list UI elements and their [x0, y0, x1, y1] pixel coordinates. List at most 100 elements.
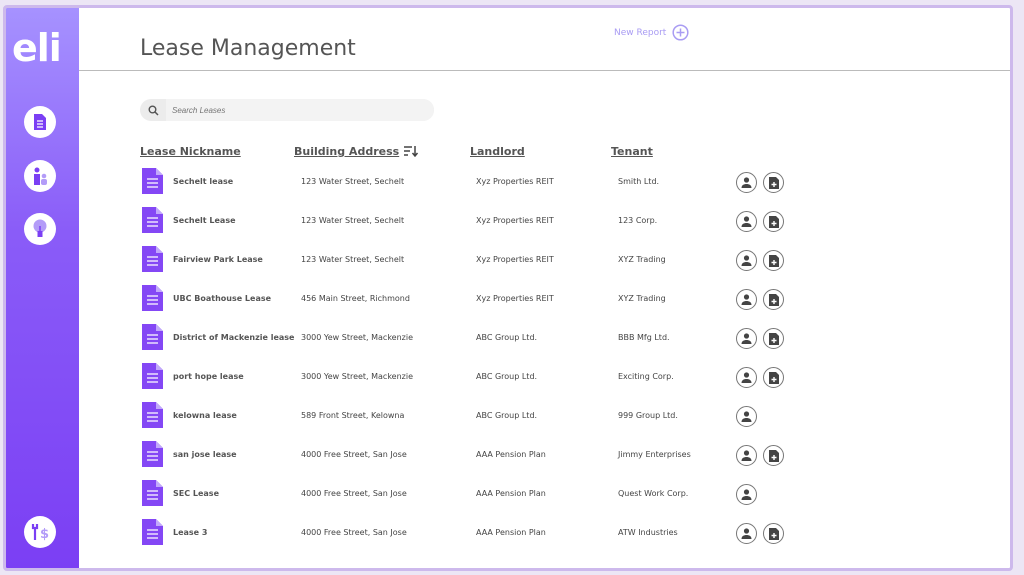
column-header-address[interactable]: Building Address	[294, 145, 399, 158]
add-document-button[interactable]	[763, 445, 784, 466]
building-address: 589 Front Street, Kelowna	[301, 411, 405, 420]
column-header-nickname[interactable]: Lease Nickname	[140, 145, 241, 158]
wrench-dollar-icon: $	[31, 524, 49, 542]
sort-icon[interactable]	[403, 145, 419, 157]
app-window: eli $ Lease Management New Report Lease …	[3, 5, 1013, 571]
landlord: Xyz Properties REIT	[476, 294, 554, 303]
landlord: Xyz Properties REIT	[476, 216, 554, 225]
lease-nickname[interactable]: UBC Boathouse Lease	[173, 294, 271, 303]
lease-nickname[interactable]: SEC Lease	[173, 489, 219, 498]
nav-people[interactable]	[24, 160, 56, 192]
lease-nickname[interactable]: Lease 3	[173, 528, 207, 537]
view-contacts-button[interactable]	[736, 523, 757, 544]
add-document-button[interactable]	[763, 523, 784, 544]
table-row[interactable]: kelowna lease 589 Front Street, Kelowna …	[140, 402, 820, 432]
lease-document-icon	[142, 402, 163, 428]
search-input[interactable]	[166, 99, 434, 121]
table-row[interactable]: port hope lease 3000 Yew Street, Mackenz…	[140, 363, 820, 393]
lease-document-icon	[142, 441, 163, 467]
building-address: 456 Main Street, Richmond	[301, 294, 410, 303]
lease-document-icon	[142, 168, 163, 194]
landlord: AAA Pension Plan	[476, 528, 546, 537]
tenant: Exciting Corp.	[618, 372, 674, 381]
tenant: Smith Ltd.	[618, 177, 660, 186]
table-row[interactable]: Sechelt lease 123 Water Street, Sechelt …	[140, 168, 820, 198]
header-divider	[79, 70, 1010, 71]
add-document-icon	[768, 215, 780, 229]
new-report-button[interactable]: New Report	[614, 24, 689, 41]
view-contacts-button[interactable]	[736, 328, 757, 349]
add-document-icon	[768, 527, 780, 541]
nav-leases[interactable]	[24, 106, 56, 138]
people-icon	[34, 167, 47, 185]
person-icon	[740, 527, 753, 540]
nav-insights[interactable]	[24, 213, 56, 245]
add-document-button[interactable]	[763, 211, 784, 232]
add-document-button[interactable]	[763, 250, 784, 271]
tenant: 999 Group Ltd.	[618, 411, 678, 420]
view-contacts-button[interactable]	[736, 484, 757, 505]
lease-document-icon	[142, 480, 163, 506]
sidebar: eli $	[6, 8, 79, 568]
add-document-icon	[768, 332, 780, 346]
tenant: XYZ Trading	[618, 294, 666, 303]
logo: eli	[12, 26, 62, 70]
add-document-button[interactable]	[763, 172, 784, 193]
tenant: 123 Corp.	[618, 216, 658, 225]
view-contacts-button[interactable]	[736, 172, 757, 193]
view-contacts-button[interactable]	[736, 406, 757, 427]
svg-text:$: $	[40, 527, 49, 542]
lease-document-icon	[142, 519, 163, 545]
add-document-icon	[768, 293, 780, 307]
lease-document-icon	[142, 363, 163, 389]
view-contacts-button[interactable]	[736, 445, 757, 466]
add-document-button[interactable]	[763, 328, 784, 349]
search-icon	[140, 105, 166, 116]
tenant: Jimmy Enterprises	[618, 450, 691, 459]
lease-nickname[interactable]: kelowna lease	[173, 411, 237, 420]
lease-nickname[interactable]: san jose lease	[173, 450, 237, 459]
lease-nickname[interactable]: port hope lease	[173, 372, 244, 381]
add-document-icon	[768, 176, 780, 190]
person-icon	[740, 449, 753, 462]
person-icon	[740, 293, 753, 306]
table-row[interactable]: Fairview Park Lease 123 Water Street, Se…	[140, 246, 820, 276]
person-icon	[740, 176, 753, 189]
building-address: 3000 Yew Street, Mackenzie	[301, 333, 414, 342]
view-contacts-button[interactable]	[736, 250, 757, 271]
column-header-landlord[interactable]: Landlord	[470, 145, 525, 158]
person-icon	[740, 488, 753, 501]
table-row[interactable]: san jose lease 4000 Free Street, San Jos…	[140, 441, 820, 471]
lease-nickname[interactable]: Fairview Park Lease	[173, 255, 263, 264]
landlord: AAA Pension Plan	[476, 450, 546, 459]
add-document-icon	[768, 371, 780, 385]
view-contacts-button[interactable]	[736, 211, 757, 232]
landlord: Xyz Properties REIT	[476, 177, 554, 186]
landlord: ABC Group Ltd.	[476, 372, 538, 381]
tenant: BBB Mfg Ltd.	[618, 333, 670, 342]
view-contacts-button[interactable]	[736, 289, 757, 310]
column-header-tenant[interactable]: Tenant	[611, 145, 653, 158]
nav-billing[interactable]: $	[24, 516, 56, 548]
add-document-button[interactable]	[763, 289, 784, 310]
table-row[interactable]: UBC Boathouse Lease 456 Main Street, Ric…	[140, 285, 820, 315]
tenant: XYZ Trading	[618, 255, 666, 264]
building-address: 123 Water Street, Sechelt	[301, 255, 405, 264]
landlord: AAA Pension Plan	[476, 489, 546, 498]
lease-nickname[interactable]: District of Mackenzie lease	[173, 333, 294, 342]
building-address: 123 Water Street, Sechelt	[301, 177, 405, 186]
building-address: 3000 Yew Street, Mackenzie	[301, 372, 414, 381]
landlord: ABC Group Ltd.	[476, 411, 538, 420]
add-document-button[interactable]	[763, 367, 784, 388]
search-bar[interactable]	[140, 99, 434, 121]
lease-nickname[interactable]: Sechelt lease	[173, 177, 233, 186]
view-contacts-button[interactable]	[736, 367, 757, 388]
lease-nickname[interactable]: Sechelt Lease	[173, 216, 236, 225]
table-row[interactable]: Lease 3 4000 Free Street, San Jose AAA P…	[140, 519, 820, 549]
lease-document-icon	[142, 246, 163, 272]
tenant: Quest Work Corp.	[618, 489, 689, 498]
table-row[interactable]: District of Mackenzie lease 3000 Yew Str…	[140, 324, 820, 354]
table-row[interactable]: SEC Lease 4000 Free Street, San Jose AAA…	[140, 480, 820, 510]
table-row[interactable]: Sechelt Lease 123 Water Street, Sechelt …	[140, 207, 820, 237]
lease-document-icon	[142, 207, 163, 233]
